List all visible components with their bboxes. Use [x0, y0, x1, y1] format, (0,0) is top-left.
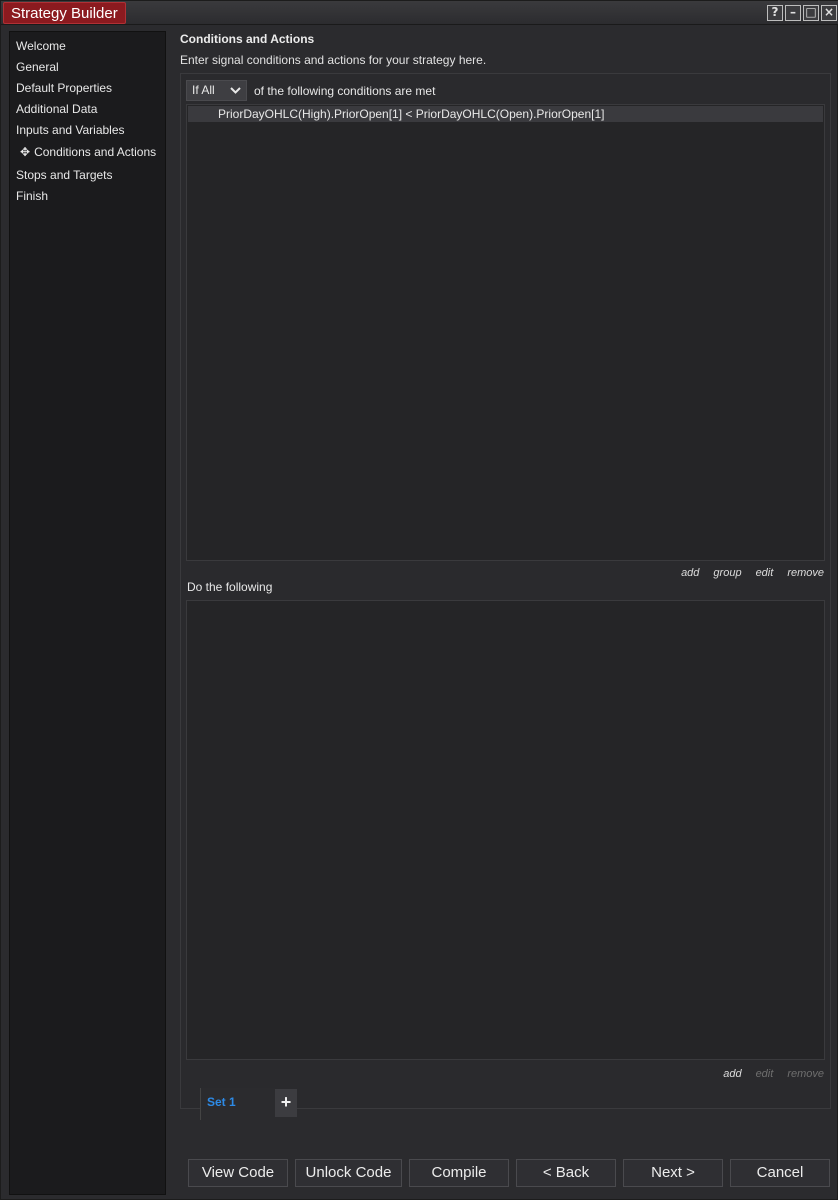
- conditions-actions-panel: If All of the following conditions are m…: [180, 73, 831, 1109]
- set-tabs: Set 1 +: [200, 1088, 297, 1120]
- cancel-button[interactable]: Cancel: [730, 1159, 830, 1187]
- window-controls: ? – □ ×: [767, 5, 837, 21]
- sidebar-item-welcome[interactable]: Welcome: [16, 39, 66, 53]
- maximize-button[interactable]: □: [803, 5, 819, 21]
- compile-button[interactable]: Compile: [409, 1159, 509, 1187]
- add-set-button[interactable]: +: [275, 1089, 297, 1117]
- sidebar-item-conditions-and-actions[interactable]: ✥ Conditions and Actions: [16, 145, 156, 159]
- close-button[interactable]: ×: [821, 5, 837, 21]
- sidebar-item-default-properties[interactable]: Default Properties: [16, 81, 112, 95]
- condition-mode-select[interactable]: If All: [186, 80, 247, 101]
- footer-buttons: View Code Unlock Code Compile < Back Nex…: [188, 1159, 830, 1187]
- edit-action-link[interactable]: edit: [756, 1068, 774, 1080]
- unlock-code-button[interactable]: Unlock Code: [295, 1159, 402, 1187]
- tab-set-1[interactable]: Set 1: [200, 1088, 275, 1120]
- actions-actions-bar: add edit remove: [723, 1068, 824, 1080]
- actions-list[interactable]: [186, 600, 825, 1060]
- next-button[interactable]: Next >: [623, 1159, 723, 1187]
- conditions-actions-bar: add group edit remove: [681, 567, 824, 579]
- sidebar-item-label: Conditions and Actions: [34, 145, 157, 159]
- view-code-button[interactable]: View Code: [188, 1159, 288, 1187]
- add-condition-link[interactable]: add: [681, 567, 699, 579]
- condition-mode-description: of the following conditions are met: [254, 84, 436, 98]
- window-title: Strategy Builder: [3, 2, 126, 24]
- wizard-sidebar: Welcome General Default Properties Addit…: [9, 31, 166, 1195]
- help-button[interactable]: ?: [767, 5, 783, 21]
- main-content: Conditions and Actions Enter signal cond…: [173, 25, 833, 1195]
- title-bar[interactable]: Strategy Builder ? – □ ×: [1, 1, 838, 25]
- group-condition-link[interactable]: group: [713, 567, 741, 579]
- condition-row[interactable]: PriorDayOHLC(High).PriorOpen[1] < PriorD…: [188, 106, 823, 122]
- sidebar-item-additional-data[interactable]: Additional Data: [16, 102, 97, 116]
- add-action-link[interactable]: add: [723, 1068, 741, 1080]
- page-title: Conditions and Actions: [180, 32, 315, 46]
- sidebar-item-finish[interactable]: Finish: [16, 189, 48, 203]
- conditions-list[interactable]: PriorDayOHLC(High).PriorOpen[1] < PriorD…: [186, 104, 825, 561]
- condition-mode-value: If All: [192, 83, 215, 97]
- current-step-icon: ✥: [20, 145, 31, 159]
- minimize-button[interactable]: –: [785, 5, 801, 21]
- page-subtitle: Enter signal conditions and actions for …: [180, 53, 487, 67]
- strategy-builder-window: Strategy Builder ? – □ × Welcome General…: [0, 0, 838, 1200]
- edit-condition-link[interactable]: edit: [756, 567, 774, 579]
- back-button[interactable]: < Back: [516, 1159, 616, 1187]
- remove-condition-link[interactable]: remove: [787, 567, 824, 579]
- sidebar-item-general[interactable]: General: [16, 60, 59, 74]
- do-following-label: Do the following: [187, 580, 273, 594]
- remove-action-link[interactable]: remove: [787, 1068, 824, 1080]
- sidebar-item-inputs-and-variables[interactable]: Inputs and Variables: [16, 123, 125, 137]
- sidebar-item-stops-and-targets[interactable]: Stops and Targets: [16, 168, 113, 182]
